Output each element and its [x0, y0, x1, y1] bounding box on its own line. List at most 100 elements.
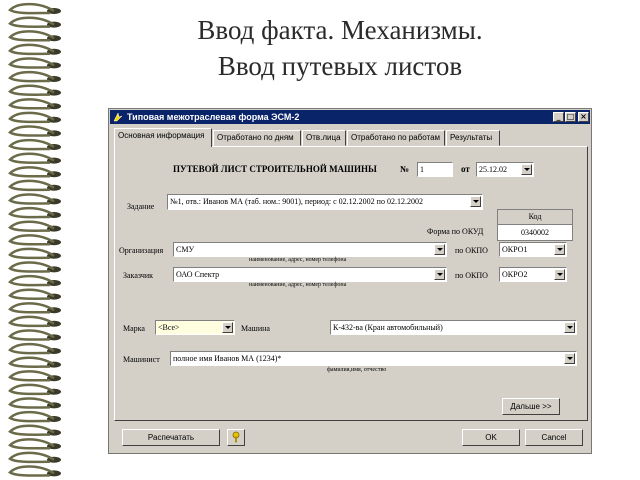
spiral-ring	[8, 138, 55, 151]
arrow-app-icon	[113, 112, 123, 122]
spiral-ring	[8, 329, 55, 341]
okud-label: Форма по ОКУД	[427, 227, 484, 236]
form-window: Типовая межотраслевая форма ЭСМ-2 _ □ × …	[108, 108, 592, 454]
spiral-ring	[8, 424, 55, 436]
print-button[interactable]: Распечатать	[122, 429, 220, 446]
org-okpo-field[interactable]: ОКРО1	[499, 242, 567, 257]
spiral-ring	[8, 2, 55, 15]
machine-label: Машина	[241, 324, 270, 333]
window-titlebar: Типовая межотраслевая форма ЭСМ-2 _ □ ×	[110, 110, 590, 124]
spiral-ring	[8, 70, 55, 83]
spiral-ring	[8, 179, 55, 192]
slide-title-line2: Ввод путевых листов	[217, 51, 463, 81]
customer-okpo-field[interactable]: ОКРО2	[499, 267, 567, 282]
task-field[interactable]: №1, отв.: Иванов МА (таб. ном.: 9001), п…	[167, 194, 483, 210]
number-label: №	[400, 164, 410, 174]
spiral-ring	[8, 342, 55, 355]
spiral-ring	[8, 274, 55, 287]
chevron-down-icon[interactable]	[434, 269, 445, 280]
chevron-down-icon[interactable]	[564, 322, 575, 333]
spiral-ring	[8, 84, 55, 96]
spiral-ring	[8, 152, 55, 164]
spiral-ring	[8, 465, 55, 477]
spiral-ring	[8, 111, 55, 124]
chevron-down-icon[interactable]	[554, 269, 565, 280]
brand-field[interactable]: <Все>	[155, 320, 235, 335]
brand-value: <Все>	[158, 323, 180, 332]
operator-label: Машинист	[123, 355, 160, 364]
spiral-ring	[8, 125, 55, 137]
close-button[interactable]: ×	[578, 112, 589, 122]
chevron-down-icon[interactable]	[434, 244, 445, 255]
org-field[interactable]: СМУ	[173, 242, 447, 257]
maximize-button[interactable]: □	[565, 112, 576, 122]
minimize-button[interactable]: _	[553, 112, 564, 122]
help-button[interactable]	[227, 429, 245, 446]
brand-label: Марка	[123, 324, 145, 333]
chevron-down-icon[interactable]	[521, 164, 532, 175]
form-header: ПУТЕВОЙ ЛИСТ СТРОИТЕЛЬНОЙ МАШИНЫ	[173, 164, 377, 174]
spiral-ring	[8, 356, 55, 368]
org-label: Организация	[119, 246, 164, 255]
spiral-ring	[8, 43, 55, 56]
spiral-ring	[8, 30, 55, 42]
ok-button[interactable]: OK	[462, 429, 520, 446]
spiral-ring	[8, 16, 55, 28]
task-label: Задание	[127, 202, 155, 211]
spiral-ring	[8, 261, 55, 273]
date-field[interactable]: 25.12.02	[476, 162, 534, 177]
date-label: от	[461, 164, 470, 174]
spiral-ring	[8, 220, 55, 232]
chevron-down-icon[interactable]	[564, 353, 575, 364]
customer-hint: наименование, адрес, номер телефона	[249, 282, 347, 288]
number-field[interactable]: 1	[417, 162, 453, 177]
spiral-ring	[8, 234, 55, 246]
kod-header: Код	[498, 210, 572, 225]
operator-value: полное имя Иванов МА (1234)*	[173, 354, 282, 363]
spiral-ring	[8, 315, 55, 328]
machine-field[interactable]: К-432-ва (Кран автомобильный)	[330, 320, 577, 335]
spiral-ring	[8, 397, 55, 409]
spiral-ring	[8, 57, 55, 69]
spiral-ring	[8, 98, 55, 110]
date-value: 25.12.02	[479, 165, 507, 174]
slide-title: Ввод факта. Механизмы. Ввод путевых лист…	[90, 12, 590, 84]
customer-label: Заказчик	[123, 271, 154, 280]
chevron-down-icon[interactable]	[554, 244, 565, 255]
kod-table: Код 0340002	[497, 209, 573, 241]
spiral-ring	[8, 383, 55, 396]
next-button[interactable]: Дальше >>	[502, 398, 560, 415]
spiral-ring	[8, 247, 55, 260]
spiral-ring	[8, 370, 55, 382]
customer-okpo-value: ОКРО2	[502, 270, 528, 279]
customer-field[interactable]: ОАО Спектр	[173, 267, 447, 282]
spiral-ring	[8, 410, 55, 423]
tab-responsible[interactable]: Отв.лица	[302, 130, 346, 146]
okud-value: 0340002	[498, 225, 572, 240]
spiral-ring	[8, 302, 55, 314]
tab-results[interactable]: Результаты	[446, 130, 500, 146]
chevron-down-icon[interactable]	[470, 196, 481, 207]
tab-worked-by-works[interactable]: Отработано по работам	[347, 130, 445, 146]
spiral-ring	[8, 193, 55, 205]
customer-okpo-label: по ОКПО	[455, 271, 488, 280]
spiral-binding-icon	[8, 2, 61, 477]
tab-worked-by-days[interactable]: Отработано по дням	[213, 130, 301, 146]
tab-main-info[interactable]: Основная информация	[114, 128, 212, 147]
spiral-ring	[8, 206, 55, 219]
key-help-icon	[232, 431, 240, 443]
org-hint: наименование, адрес, номер телефона	[249, 257, 347, 263]
org-okpo-value: ОКРО1	[502, 245, 528, 254]
chevron-down-icon[interactable]	[222, 322, 233, 333]
operator-hint: фамилия,имя, отчество	[327, 367, 387, 373]
main-info-panel: ПУТЕВОЙ ЛИСТ СТРОИТЕЛЬНОЙ МАШИНЫ № 1 от …	[114, 146, 588, 421]
spiral-ring	[8, 166, 55, 178]
customer-value: ОАО Спектр	[176, 270, 220, 279]
machine-value: К-432-ва (Кран автомобильный)	[333, 323, 443, 332]
window-title: Типовая межотраслевая форма ЭСМ-2	[127, 112, 300, 122]
slide-title-line1: Ввод факта. Механизмы.	[197, 15, 483, 45]
operator-field[interactable]: полное имя Иванов МА (1234)*	[170, 351, 577, 366]
spiral-ring	[8, 438, 55, 450]
cancel-button[interactable]: Cancel	[525, 429, 583, 446]
org-value: СМУ	[176, 245, 195, 254]
